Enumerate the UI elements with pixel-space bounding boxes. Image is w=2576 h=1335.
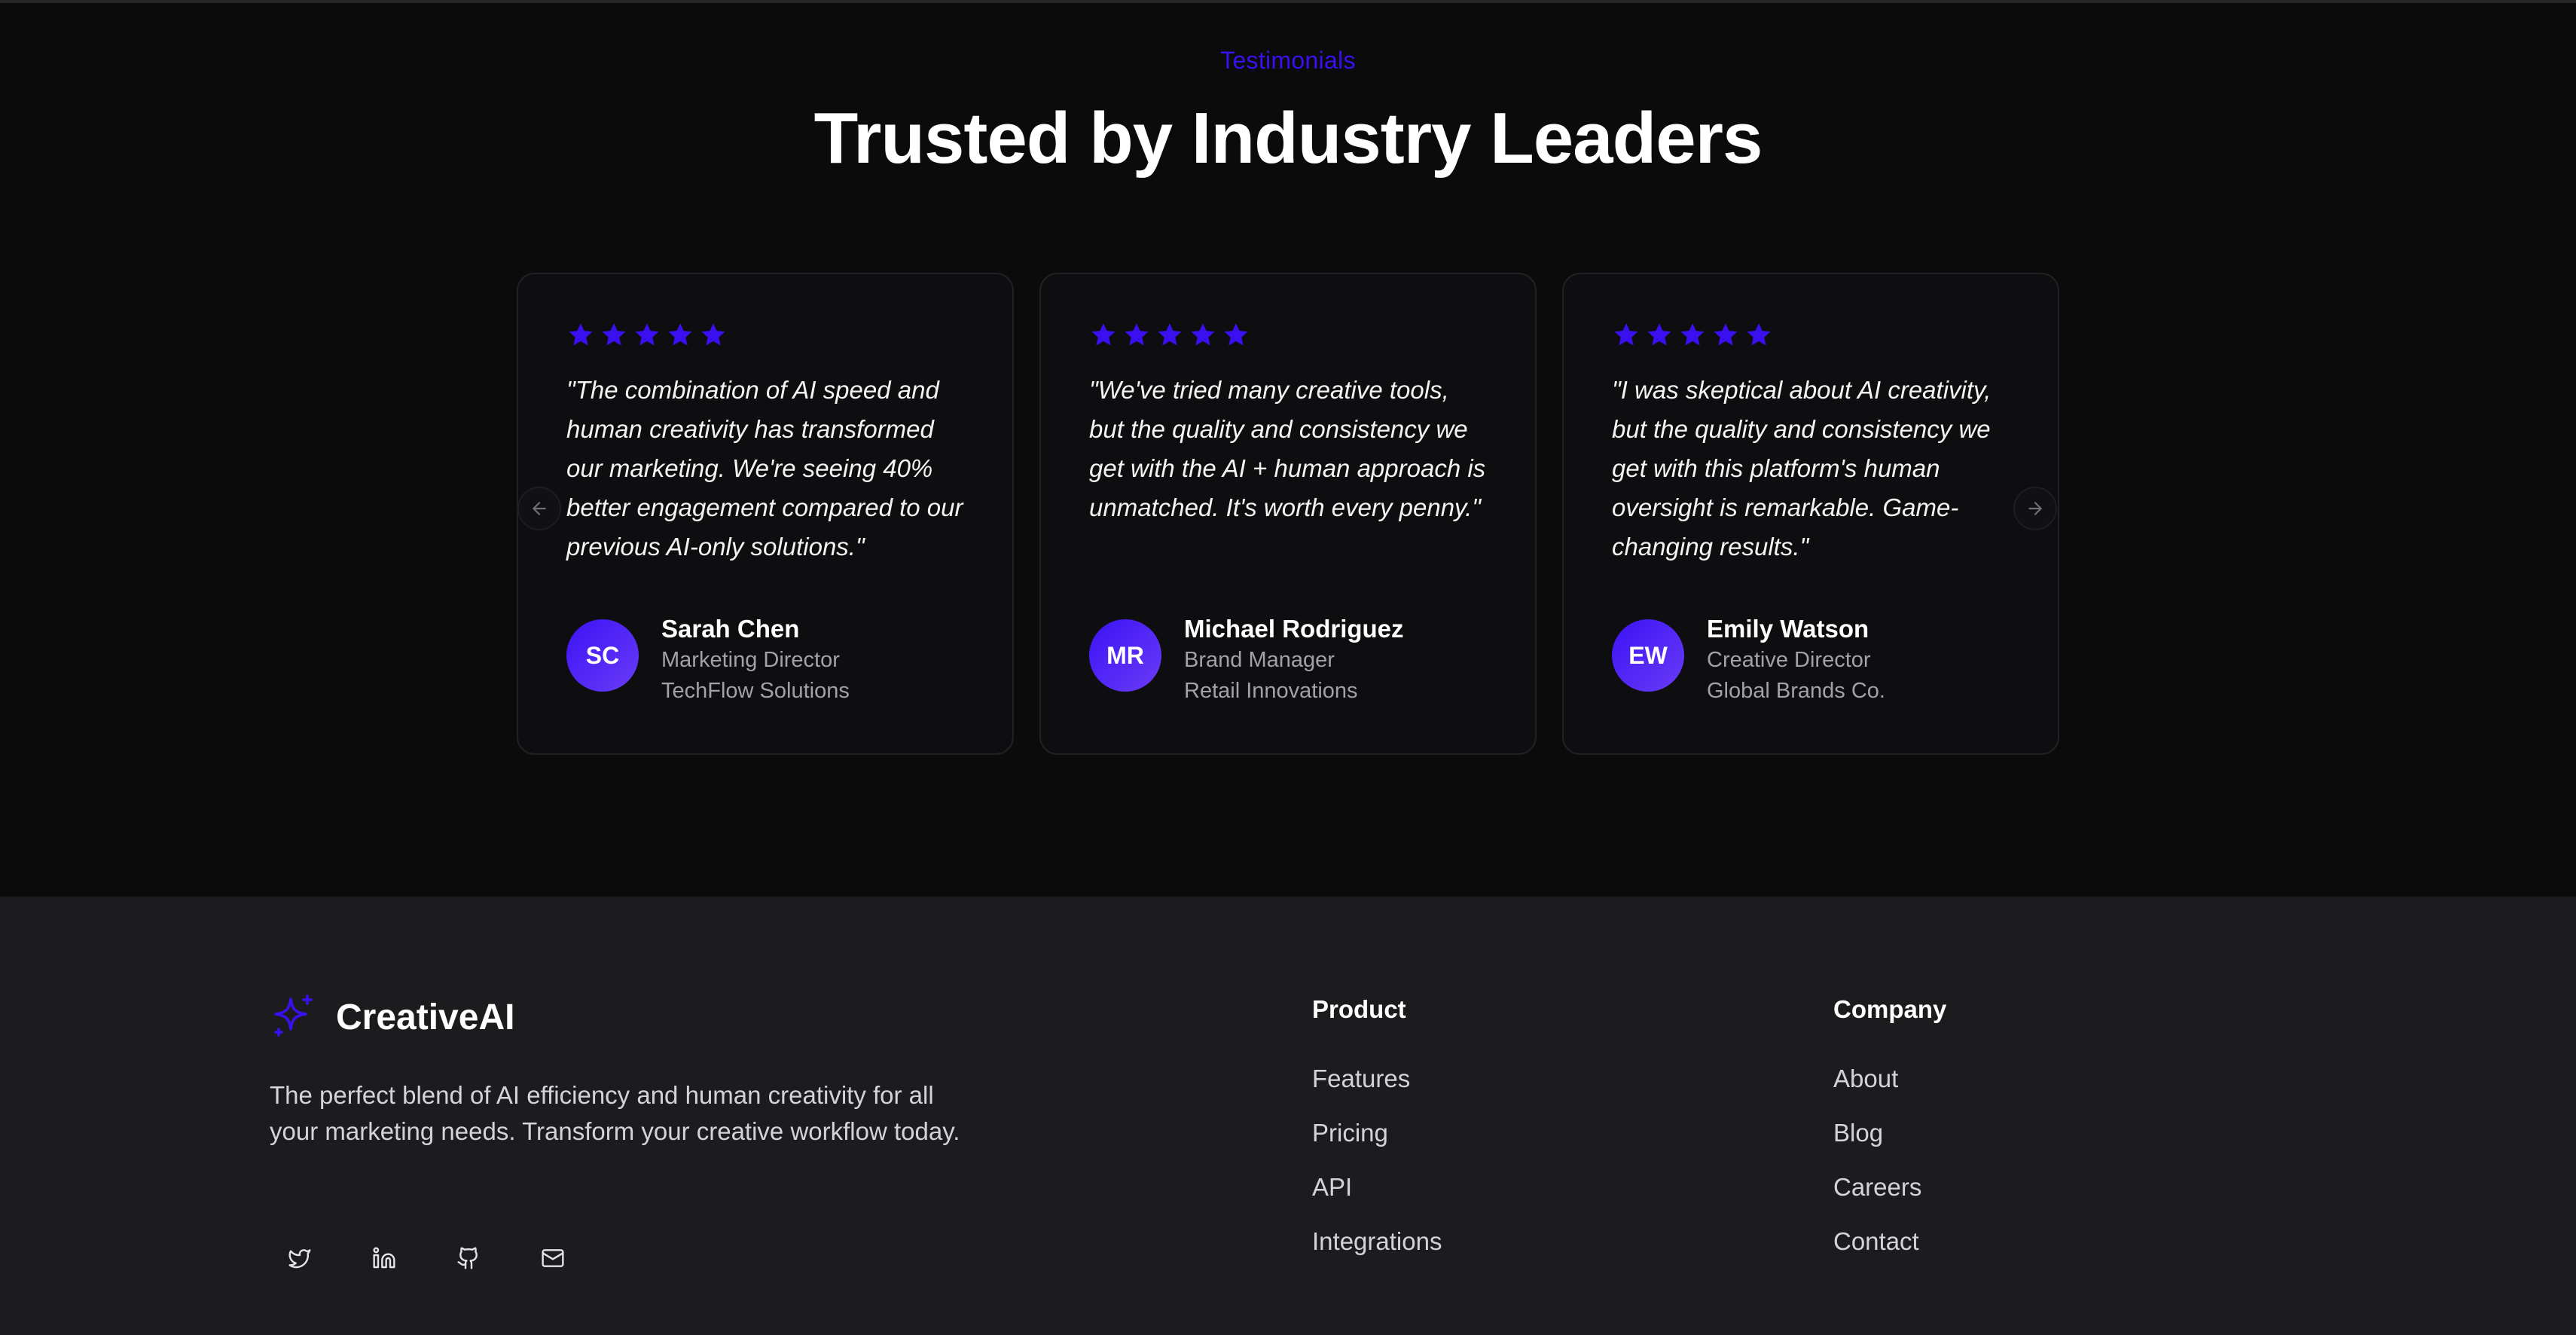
author-info: Emily Watson Creative Director Global Br… (1707, 613, 1885, 707)
star-icon (600, 321, 628, 350)
avatar: MR (1089, 619, 1161, 692)
star-icon (666, 321, 694, 350)
arrow-right-icon (2028, 502, 2042, 515)
sparkle-icon (270, 993, 318, 1041)
carousel-prev-button[interactable] (517, 487, 561, 530)
footer-column-company: Company About Blog Careers Contact (1833, 993, 1946, 1279)
star-icon (1089, 321, 1118, 350)
author-company: TechFlow Solutions (661, 679, 850, 703)
testimonials-section: Testimonials Trusted by Industry Leaders… (0, 0, 2576, 897)
star-icon (633, 321, 661, 350)
linkedin-link[interactable] (354, 1228, 414, 1288)
avatar: EW (1612, 619, 1684, 692)
footer-link-blog[interactable]: Blog (1833, 1117, 1946, 1150)
star-rating (566, 321, 964, 351)
footer-link-list: Features Pricing API Integrations (1312, 1062, 1442, 1258)
star-icon (1744, 321, 1773, 350)
section-eyebrow: Testimonials (1220, 47, 1356, 74)
author-name: Emily Watson (1707, 615, 1869, 643)
author-role: Brand Manager (1184, 648, 1335, 672)
testimonial-carousel: "The combination of AI speed and human c… (517, 273, 2059, 755)
star-icon (566, 321, 595, 350)
testimonial-author: EW Emily Watson Creative Director Global… (1612, 613, 1885, 707)
footer-link-careers[interactable]: Careers (1833, 1171, 1946, 1204)
testimonial-card: "The combination of AI speed and human c… (517, 273, 1014, 755)
star-icon (1645, 321, 1674, 350)
footer-link-contact[interactable]: Contact (1833, 1225, 1946, 1258)
footer: CreativeAI The perfect blend of AI effic… (0, 897, 2576, 1335)
testimonial-quote: "We've tried many creative tools, but th… (1089, 376, 1486, 521)
author-company: Global Brands Co. (1707, 679, 1885, 703)
author-name: Sarah Chen (661, 615, 800, 643)
author-company: Retail Innovations (1184, 679, 1358, 703)
testimonial-card: "I was skeptical about AI creativity, bu… (1562, 273, 2059, 755)
star-icon (1678, 321, 1707, 350)
footer-brand[interactable]: CreativeAI (270, 993, 514, 1041)
email-link[interactable] (523, 1228, 583, 1288)
linkedin-icon (373, 1247, 395, 1269)
footer-column-title: Company (1833, 995, 1947, 1023)
testimonial-author: MR Michael Rodriguez Brand Manager Retai… (1089, 613, 1404, 707)
avatar: SC (566, 619, 639, 692)
testimonial-card: "We've tried many creative tools, but th… (1039, 273, 1537, 755)
footer-link-list: About Blog Careers Contact (1833, 1062, 1946, 1258)
testimonial-quote: "I was skeptical about AI creativity, bu… (1612, 376, 1992, 561)
author-role: Creative Director (1707, 648, 1871, 672)
star-icon (699, 321, 728, 350)
footer-link-api[interactable]: API (1312, 1171, 1442, 1204)
footer-column-product: Product Features Pricing API Integration… (1312, 993, 1442, 1279)
github-link[interactable] (438, 1228, 499, 1288)
github-icon (457, 1247, 478, 1269)
mail-icon (542, 1249, 564, 1267)
footer-link-about[interactable]: About (1833, 1062, 1946, 1095)
star-rating (1089, 321, 1487, 351)
footer-link-features[interactable]: Features (1312, 1062, 1442, 1095)
star-rating (1612, 321, 2010, 351)
author-role: Marketing Director (661, 648, 840, 672)
author-info: Sarah Chen Marketing Director TechFlow S… (661, 613, 850, 707)
testimonial-quote: "The combination of AI speed and human c… (566, 376, 963, 561)
footer-column-title: Product (1312, 995, 1406, 1023)
star-icon (1711, 321, 1740, 350)
carousel-next-button[interactable] (2013, 487, 2057, 530)
star-icon (1122, 321, 1151, 350)
author-info: Michael Rodriguez Brand Manager Retail I… (1184, 613, 1404, 707)
star-icon (1612, 321, 1641, 350)
star-icon (1155, 321, 1184, 350)
section-headline: Trusted by Industry Leaders (813, 98, 1763, 179)
twitter-link[interactable] (270, 1228, 330, 1288)
brand-description: The perfect blend of AI efficiency and h… (270, 1081, 960, 1145)
author-name: Michael Rodriguez (1184, 615, 1404, 643)
social-links (270, 1228, 583, 1288)
brand-name: CreativeAI (336, 997, 515, 1037)
footer-link-pricing[interactable]: Pricing (1312, 1117, 1442, 1150)
testimonial-author: SC Sarah Chen Marketing Director TechFlo… (566, 613, 850, 707)
footer-link-integrations[interactable]: Integrations (1312, 1225, 1442, 1258)
page: Testimonials Trusted by Industry Leaders… (0, 0, 2576, 1335)
arrow-left-icon (533, 502, 546, 515)
star-icon (1222, 321, 1250, 350)
star-icon (1189, 321, 1217, 350)
twitter-icon (288, 1249, 311, 1269)
